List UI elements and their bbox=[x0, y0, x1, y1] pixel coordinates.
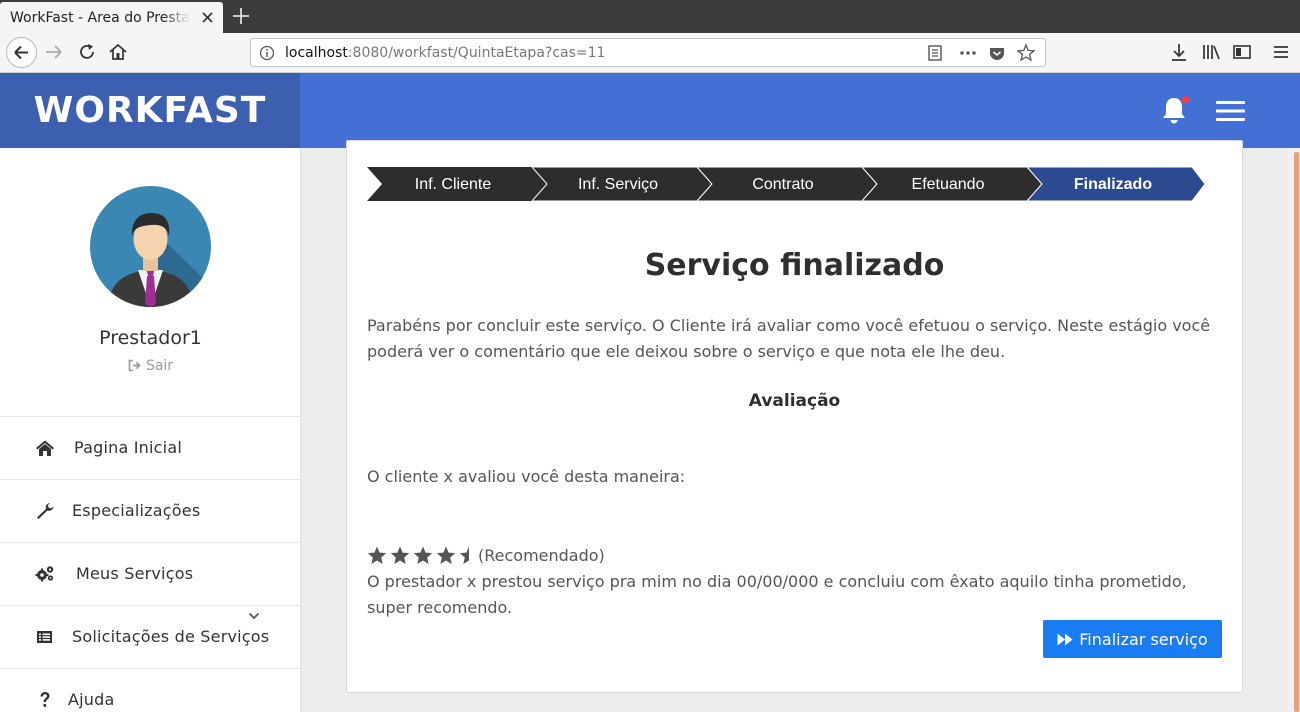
home-icon[interactable] bbox=[107, 41, 129, 63]
wrench-icon bbox=[37, 503, 54, 519]
tab-title: WorkFast - Area do Prestador bbox=[10, 9, 190, 26]
fast-forward-icon bbox=[1057, 633, 1073, 645]
star-full-icon bbox=[367, 546, 387, 564]
star-full-icon bbox=[390, 546, 410, 564]
arrow-left-icon bbox=[14, 45, 28, 60]
question-icon bbox=[40, 692, 50, 707]
sidebar: Prestador1 Sair Pagina Inicial Especiali… bbox=[0, 148, 301, 712]
star-rating: (Recomendado) bbox=[367, 544, 605, 566]
finish-service-button[interactable]: Finalizar serviço bbox=[1043, 620, 1222, 658]
intro-text: Parabéns por concluir este serviço. O Cl… bbox=[367, 316, 1211, 361]
forward-icon[interactable] bbox=[43, 41, 65, 63]
home-icon bbox=[36, 440, 54, 456]
reader-view-icon[interactable] bbox=[927, 43, 943, 63]
browser-tab-bar: WorkFast - Area do Prestador bbox=[0, 0, 1300, 33]
cogs-icon bbox=[35, 566, 54, 582]
step-efetuando[interactable]: Efetuando bbox=[861, 167, 1043, 201]
logout-link[interactable]: Sair bbox=[0, 358, 301, 374]
progress-steps: Inf. Cliente Inf. Serviço Contrato Efetu… bbox=[367, 167, 1206, 201]
browser-navbar: localhost:8080/workfast/QuintaEtapa?cas=… bbox=[0, 33, 1300, 73]
browser-tab[interactable]: WorkFast - Area do Prestador bbox=[0, 2, 223, 33]
username: Prestador1 bbox=[99, 327, 202, 349]
sidebar-item-label: Solicitações de Serviços bbox=[72, 627, 270, 646]
review-text: O prestador x prestou serviço pra mim no… bbox=[367, 572, 1187, 617]
logo-text: WORKFAST bbox=[33, 90, 267, 131]
rating-text: (Recomendado) bbox=[478, 545, 605, 565]
step-label: Finalizado bbox=[1074, 176, 1152, 193]
step-finalizado[interactable]: Finalizado bbox=[1026, 167, 1206, 201]
url-bar[interactable]: localhost:8080/workfast/QuintaEtapa?cas=… bbox=[250, 38, 1046, 67]
url-path: :8080/workfast/QuintaEtapa?cas=11 bbox=[347, 45, 606, 61]
page-title: Serviço finalizado bbox=[644, 248, 945, 283]
sidebar-toggle-icon[interactable] bbox=[1231, 41, 1253, 63]
section-title: Avaliação bbox=[748, 391, 841, 411]
download-icon[interactable] bbox=[1168, 41, 1190, 63]
library-icon[interactable] bbox=[1200, 41, 1222, 63]
step-label: Efetuando bbox=[912, 176, 985, 193]
menu-icon[interactable] bbox=[1270, 41, 1292, 63]
chevron-down-icon[interactable] bbox=[248, 611, 260, 621]
back-button[interactable] bbox=[6, 37, 37, 68]
avatar bbox=[90, 186, 211, 307]
sidebar-item-pagina-inicial[interactable]: Pagina Inicial bbox=[0, 416, 300, 479]
sidebar-item-label: Pagina Inicial bbox=[74, 438, 182, 457]
sidebar-item-label: Especializações bbox=[72, 501, 201, 520]
list-icon bbox=[37, 631, 52, 643]
step-contrato[interactable]: Contrato bbox=[696, 167, 878, 201]
reload-icon[interactable] bbox=[76, 41, 98, 63]
url-text: localhost:8080/workfast/QuintaEtapa?cas=… bbox=[285, 45, 605, 61]
new-tab-icon[interactable] bbox=[230, 5, 252, 27]
sidebar-item-meus-servicos[interactable]: Meus Serviços bbox=[0, 542, 300, 605]
notification-dot bbox=[1182, 96, 1189, 103]
step-label: Inf. Serviço bbox=[578, 176, 658, 193]
sidebar-item-label: Ajuda bbox=[68, 690, 115, 709]
more-icon[interactable] bbox=[959, 43, 977, 63]
sidebar-item-especializacoes[interactable]: Especializações bbox=[0, 479, 300, 542]
sidebar-item-label: Meus Serviços bbox=[76, 564, 194, 583]
sidebar-item-solicitacoes[interactable]: Solicitações de Serviços bbox=[0, 605, 300, 668]
client-rating-line: O cliente x avaliou você desta maneira: bbox=[367, 467, 686, 486]
bookmark-star-icon[interactable] bbox=[1017, 43, 1035, 63]
logo[interactable]: WORKFAST bbox=[0, 73, 300, 148]
logout-label: Sair bbox=[145, 358, 174, 374]
step-inf-servico[interactable]: Inf. Serviço bbox=[531, 167, 713, 201]
step-label: Inf. Cliente bbox=[415, 176, 492, 193]
info-icon[interactable] bbox=[259, 45, 275, 61]
sign-out-icon bbox=[128, 359, 141, 372]
app-header: WORKFAST bbox=[0, 73, 1300, 148]
pocket-icon[interactable] bbox=[988, 43, 1006, 63]
url-host: localhost bbox=[285, 45, 348, 61]
sidebar-item-ajuda[interactable]: Ajuda bbox=[0, 668, 300, 712]
star-full-icon bbox=[436, 546, 456, 564]
hamburger-icon[interactable] bbox=[1216, 101, 1245, 121]
step-inf-cliente[interactable]: Inf. Cliente bbox=[367, 167, 547, 201]
finish-service-label: Finalizar serviço bbox=[1079, 629, 1208, 649]
star-half-icon bbox=[459, 546, 469, 564]
sidebar-menu: Pagina Inicial Especializações Meus Serv… bbox=[0, 416, 300, 712]
star-full-icon bbox=[413, 546, 433, 564]
scrollbar-thumb[interactable] bbox=[1294, 152, 1299, 712]
step-label: Contrato bbox=[752, 176, 813, 193]
close-tab-icon[interactable] bbox=[200, 10, 215, 25]
